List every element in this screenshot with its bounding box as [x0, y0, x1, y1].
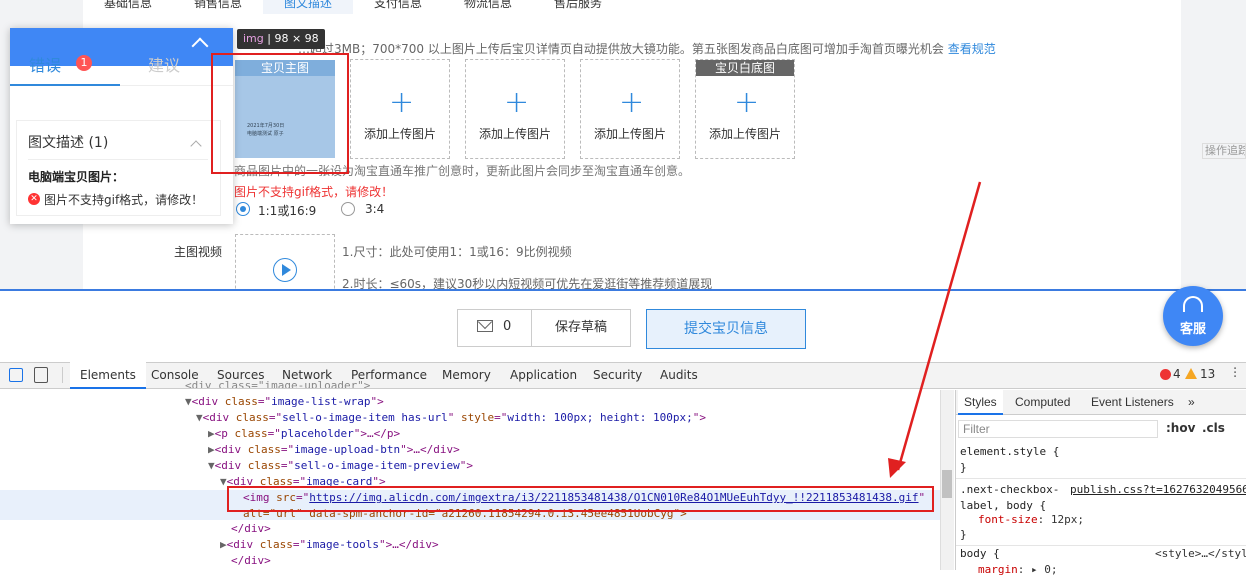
mail-icon: [477, 320, 493, 332]
rule-close-2: }: [960, 528, 967, 541]
dom-node-image-tools[interactable]: ▶<div class="image-tools">…</div>: [220, 537, 439, 553]
card-divider: [28, 159, 208, 160]
device-toggle-icon[interactable]: [34, 367, 48, 383]
inspect-icon[interactable]: [9, 368, 23, 382]
ratio-label-3-4: 3:4: [365, 202, 385, 216]
ratio-radio-1-1[interactable]: [236, 202, 250, 216]
upload-label: 添加上传图片: [478, 127, 551, 141]
more-tabs-icon[interactable]: »: [1188, 390, 1195, 415]
error-card-title: 图文描述 (1): [28, 135, 109, 151]
tab-sales[interactable]: 销售信息: [173, 0, 263, 14]
styles-tab-styles[interactable]: Styles: [958, 390, 1003, 415]
rule-source-style[interactable]: <style>…</style>: [1155, 546, 1246, 562]
rule-decl-font-size[interactable]: font-size: 12px;: [978, 512, 1084, 528]
error-card-subtitle: 电脑端宝贝图片：: [28, 170, 125, 184]
customer-service-button[interactable]: [1163, 286, 1223, 346]
image-hint: …超过3MB；700*700 以上图片上传后宝贝详情页自动提供放大镜功能。第五张…: [298, 40, 996, 57]
dom-node-preview[interactable]: ▼<div class="sell-o-image-item-preview">: [208, 458, 473, 474]
message-count: 0: [503, 319, 512, 334]
dom-node-upload-btn[interactable]: ▶<div class="image-upload-btn">…</div>: [208, 442, 460, 458]
error-icon: [1160, 369, 1171, 380]
toolbar-separator: [62, 367, 63, 383]
dom-close-div-2: </div>: [231, 554, 271, 567]
devtools-tab-application[interactable]: Application: [510, 362, 577, 389]
dom-node-image-list-wrap[interactable]: ▼<div class="image-list-wrap">: [185, 394, 384, 410]
devtools-tab-memory[interactable]: Memory: [442, 362, 491, 389]
panel-tab-indicator: [10, 84, 120, 86]
upload-label: 添加上传图片: [708, 127, 781, 141]
message-button[interactable]: [457, 309, 532, 347]
submit-button[interactable]: 提交宝贝信息: [646, 309, 806, 349]
styles-tab-event-listeners[interactable]: Event Listeners: [1091, 390, 1174, 415]
styles-pane: [955, 390, 1246, 570]
dom-line-cut: <div class="image-uploader">: [185, 379, 371, 388]
white-bg-tag: 宝贝白底图: [696, 60, 794, 76]
dom-node-image-item[interactable]: ▼<div class="sell-o-image-item has-url" …: [196, 410, 706, 426]
plus-icon: +: [389, 85, 415, 120]
more-options-icon[interactable]: · · ·: [1233, 363, 1237, 384]
upload-label: 添加上传图片: [363, 127, 436, 141]
plus-icon: +: [619, 85, 645, 120]
upload-label: 添加上传图片: [593, 127, 666, 141]
warning-icon: [1185, 368, 1197, 379]
hover-state-toggle[interactable]: :hov: [1166, 421, 1195, 435]
error-card-message[interactable]: 图片不支持gif格式，请修改！: [44, 191, 203, 208]
ratio-label-1-1: 1:1或16:9: [258, 204, 317, 218]
main-image-highlight: [211, 53, 349, 174]
plus-icon: +: [504, 85, 530, 120]
gif-error-message: 图片不支持gif格式，请修改！: [234, 185, 394, 199]
panel-tab-errors[interactable]: 错误: [29, 52, 61, 76]
rule-source-link[interactable]: publish.css?t=1627632049566: [1070, 482, 1246, 498]
chevron-up-icon[interactable]: [191, 37, 209, 55]
scrollbar-thumb[interactable]: [942, 470, 952, 498]
warning-count[interactable]: 13: [1200, 367, 1215, 381]
upload-slot-3[interactable]: + 添加上传图片: [465, 59, 565, 159]
view-spec-link[interactable]: 查看规范: [948, 42, 996, 56]
tab-logistics[interactable]: 物流信息: [443, 0, 533, 14]
video-tip-duration: 2.时长：≤60s，建议30秒以内短视频可优先在爱逛街等推荐频道展现: [342, 277, 713, 290]
class-toggle[interactable]: .cls: [1202, 421, 1225, 435]
tab-basic[interactable]: 基础信息: [83, 0, 173, 14]
rule-selector-body: .next-checkbox-label, body {: [960, 483, 1060, 512]
tooltip-tag: img: [243, 32, 264, 45]
rule-element-style: element.style {: [960, 445, 1060, 458]
rule-selector-body-2: body {: [960, 547, 1000, 560]
img-src-highlight: [227, 486, 934, 512]
styles-tab-computed[interactable]: Computed: [1015, 390, 1070, 415]
panel-tab-suggestions[interactable]: 建议: [148, 52, 180, 76]
error-count[interactable]: 4: [1173, 367, 1181, 381]
upload-slot-2[interactable]: + 添加上传图片: [350, 59, 450, 159]
rule-close: }: [960, 461, 967, 474]
tab-payment[interactable]: 支付信息: [353, 0, 443, 14]
save-draft-button[interactable]: 保存草稿: [531, 309, 631, 347]
rule-divider: [956, 478, 1246, 479]
form-tabs: 基础信息 销售信息 图文描述 支付信息 物流信息 售后服务: [83, 0, 623, 14]
devtools-tab-elements[interactable]: Elements: [70, 362, 146, 389]
operation-trace-tab[interactable]: 操作追踪: [1202, 143, 1246, 159]
devtools-tab-audits[interactable]: Audits: [660, 362, 698, 389]
tooltip-size: 98 × 98: [274, 32, 319, 45]
play-icon[interactable]: [273, 258, 297, 282]
headset-icon: [1183, 296, 1203, 312]
customer-service-label: 客服: [1179, 322, 1206, 337]
upload-slot-white-bg[interactable]: 宝贝白底图 + 添加上传图片: [695, 59, 795, 159]
styles-filter-input[interactable]: Filter: [958, 420, 1158, 438]
video-tip-size: 1.尺寸：此处可使用1：1或16：9比例视频: [342, 245, 572, 259]
upload-slot-4[interactable]: + 添加上传图片: [580, 59, 680, 159]
video-label: 主图视频: [174, 245, 223, 259]
error-count-badge: 1: [76, 55, 92, 71]
tab-description[interactable]: 图文描述: [263, 0, 353, 14]
plus-icon: +: [734, 85, 760, 120]
inspect-tooltip: img | 98 × 98: [237, 29, 325, 49]
close-circle-icon: ✕: [28, 193, 40, 205]
dom-node-placeholder[interactable]: ▶<p class="placeholder">…</p>: [208, 426, 400, 442]
tab-after-sales[interactable]: 售后服务: [533, 0, 623, 14]
rule-decl-margin[interactable]: margin: ▸ 0;: [978, 562, 1058, 578]
ratio-radio-3-4[interactable]: [341, 202, 355, 216]
devtools-tab-security[interactable]: Security: [593, 362, 642, 389]
dom-close-div: </div>: [231, 522, 271, 535]
image-hint-text: …超过3MB；700*700 以上图片上传后宝贝详情页自动提供放大镜功能。第五张…: [298, 42, 944, 56]
